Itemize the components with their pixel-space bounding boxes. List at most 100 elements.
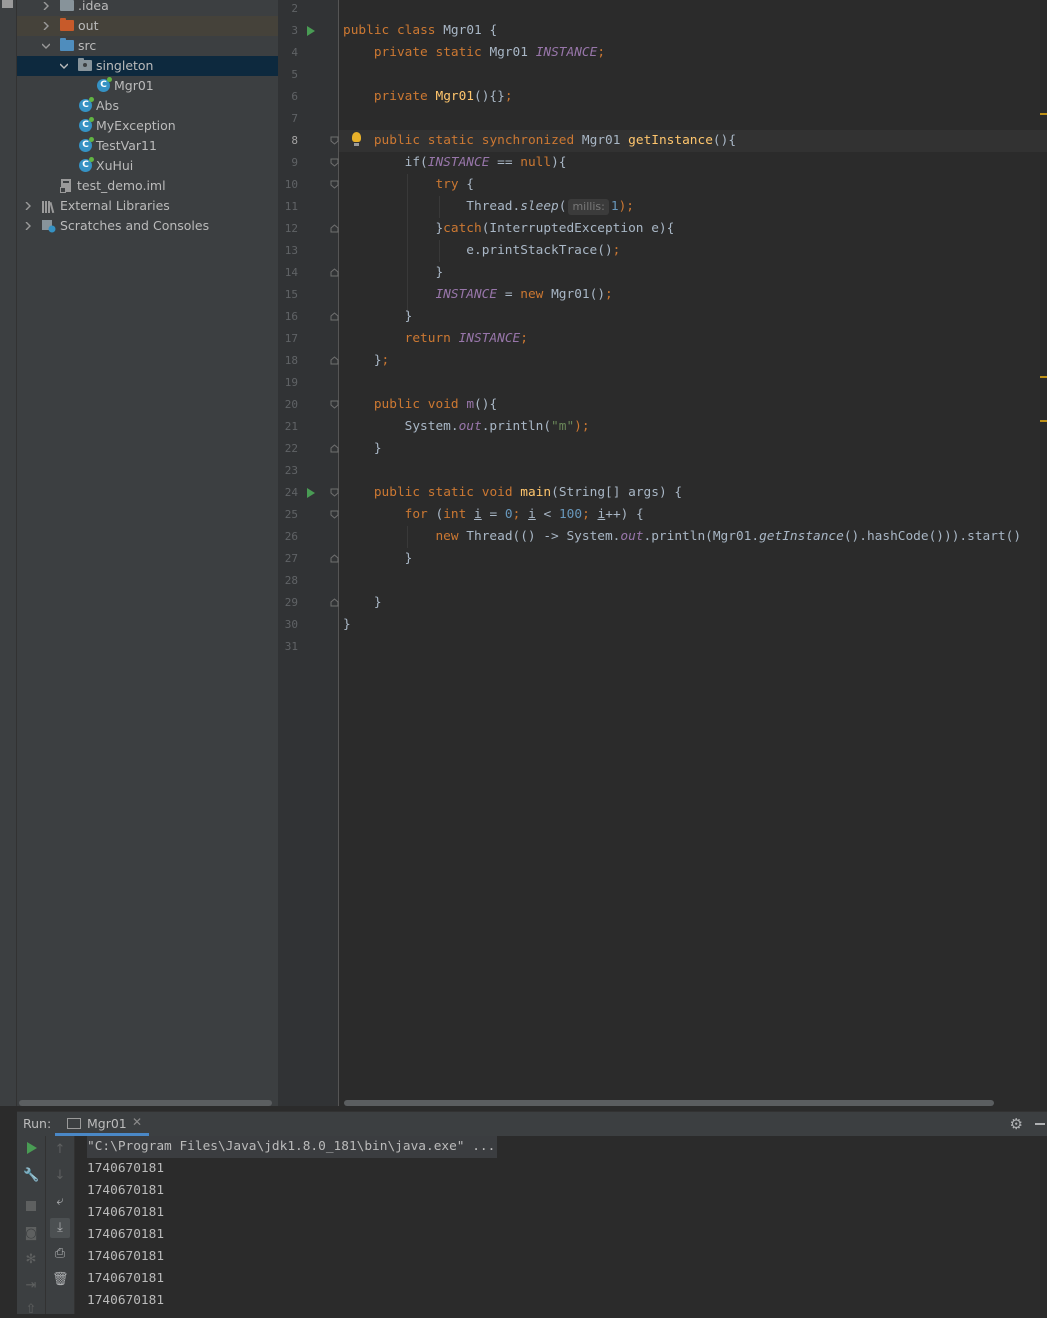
fold-marker-icon[interactable] [330, 510, 339, 519]
run-main-icon[interactable] [307, 488, 315, 498]
fold-marker-icon[interactable] [330, 400, 339, 409]
arrow-up-icon[interactable]: ↑ [52, 1142, 68, 1158]
fold-marker-icon[interactable] [330, 180, 339, 189]
parameter-hint: millis: [568, 199, 609, 215]
close-tab-icon[interactable]: ✕ [132, 1115, 142, 1129]
line-number: 6 [291, 90, 298, 103]
code-editor[interactable]: public class Mgr01 { private static Mgr0… [339, 0, 1047, 1106]
editor-gutter: 2 3 4 5 6 7 8 9 10 11 12 13 14 15 16 17 … [278, 0, 339, 1106]
tree-item-label: External Libraries [60, 198, 170, 213]
pin-icon[interactable]: ⇧ [23, 1302, 39, 1318]
tree-item-test-demo-iml[interactable]: test_demo.iml [17, 176, 278, 196]
libraries-icon [42, 199, 56, 214]
console-toolbar: ↑ ↓ ⤶ ⤓ ⎙ 🗑 [46, 1136, 75, 1314]
tree-item-label: test_demo.iml [77, 178, 166, 193]
folder-blue-icon [60, 38, 74, 51]
code-line-20: public void m(){ [373, 397, 498, 412]
console-output[interactable]: "C:\Program Files\Java\jdk1.8.0_181\bin\… [75, 1136, 1047, 1314]
line-number: 3 [291, 24, 298, 37]
tree-item-xuhui[interactable]: C XuHui [17, 156, 278, 176]
line-number-current: 8 [291, 134, 298, 147]
line-number: 5 [291, 68, 298, 81]
scroll-to-end-icon[interactable]: ⤓ [50, 1218, 70, 1238]
tree-item-label: Scratches and Consoles [60, 218, 210, 233]
editor-scrollbar[interactable] [344, 1100, 994, 1106]
chevron-right-icon[interactable] [24, 196, 32, 216]
class-icon: C [97, 77, 112, 92]
tree-item-myexception[interactable]: C MyException [17, 116, 278, 136]
line-number: 7 [291, 112, 298, 125]
console-output-line: 1740670181 [87, 1205, 165, 1220]
tree-item-external-libraries[interactable]: External Libraries [17, 196, 278, 216]
line-number: 15 [284, 288, 298, 301]
run-class-icon[interactable] [307, 26, 315, 36]
console-output-line: 1740670181 [87, 1293, 165, 1308]
console-output-line: 1740670181 [87, 1161, 165, 1176]
code-line-22: } [373, 441, 382, 456]
code-line-14: } [435, 265, 444, 280]
console-icon [67, 1118, 81, 1129]
warning-stripe[interactable] [1040, 376, 1047, 378]
project-tool-icon[interactable] [2, 0, 13, 8]
chevron-down-icon[interactable] [42, 36, 50, 56]
arrow-down-icon[interactable]: ↓ [52, 1168, 68, 1184]
warning-stripe[interactable] [1040, 420, 1047, 422]
stop-icon[interactable] [23, 1200, 39, 1216]
run-tab-label: Mgr01 [87, 1116, 127, 1131]
line-number: 12 [284, 222, 298, 235]
wrench-icon[interactable]: 🔧 [23, 1168, 39, 1184]
gear-icon[interactable]: ⚙ [1010, 1115, 1023, 1133]
tree-item-abs[interactable]: C Abs [17, 96, 278, 116]
soft-wrap-icon[interactable]: ⤶ [52, 1194, 68, 1210]
minimize-icon[interactable] [1035, 1123, 1045, 1125]
project-scrollbar[interactable] [19, 1100, 272, 1106]
exit-icon[interactable]: ⇥ [23, 1278, 39, 1294]
run-tab-mgr01[interactable]: Mgr01 ✕ [55, 1112, 149, 1136]
code-line-29: } [373, 595, 382, 610]
fold-marker-icon[interactable] [330, 158, 339, 167]
trash-icon[interactable]: 🗑 [52, 1272, 69, 1288]
line-number: 18 [284, 354, 298, 367]
code-line-17: return INSTANCE; [404, 331, 528, 346]
code-line-16: } [404, 309, 413, 324]
code-line-11: Thread.sleep(millis: 1); [466, 199, 634, 215]
code-line-13: e.printStackTrace(); [466, 243, 621, 258]
line-number: 9 [291, 156, 298, 169]
line-number: 28 [284, 574, 298, 587]
code-line-8: public static synchronized Mgr01 getInst… [373, 133, 737, 148]
code-line-25: for (int i = 0; i < 100; i++) { [404, 507, 644, 522]
fold-marker-icon[interactable] [330, 598, 339, 607]
print-icon[interactable]: ⎙ [52, 1246, 68, 1262]
fold-marker-icon[interactable] [330, 554, 339, 563]
tree-item-label: Abs [96, 98, 119, 113]
tree-item-src[interactable]: src [17, 36, 278, 56]
fold-marker-icon[interactable] [330, 136, 339, 145]
tree-item-idea[interactable]: .idea [17, 0, 278, 16]
folder-icon [60, 0, 74, 11]
fold-marker-icon[interactable] [330, 224, 339, 233]
fold-marker-icon[interactable] [330, 444, 339, 453]
tree-item-scratches[interactable]: Scratches and Consoles [17, 216, 278, 236]
line-number: 31 [284, 640, 298, 653]
warning-stripe[interactable] [1040, 113, 1047, 115]
code-line-3: public class Mgr01 { [343, 23, 498, 38]
fold-marker-icon[interactable] [330, 312, 339, 321]
console-output-line: 1740670181 [87, 1271, 165, 1286]
camera-icon[interactable]: ◙ [23, 1226, 39, 1242]
tree-item-mgr01[interactable]: C Mgr01 [17, 76, 278, 96]
chevron-right-icon[interactable] [24, 216, 32, 236]
rerun-icon[interactable] [23, 1142, 39, 1158]
tree-item-singleton[interactable]: singleton [17, 56, 278, 76]
fold-marker-icon[interactable] [330, 488, 339, 497]
code-line-15: INSTANCE = new Mgr01(); [435, 287, 613, 302]
chevron-right-icon[interactable] [42, 0, 50, 16]
console-command-line: "C:\Program Files\Java\jdk1.8.0_181\bin\… [87, 1136, 498, 1158]
tree-item-testvar11[interactable]: C TestVar11 [17, 136, 278, 156]
debug-icon[interactable]: ✻ [23, 1252, 39, 1268]
code-line-30: } [343, 617, 351, 632]
chevron-down-icon[interactable] [60, 56, 68, 76]
tree-item-out[interactable]: out [17, 16, 278, 36]
fold-marker-icon[interactable] [330, 356, 339, 365]
chevron-right-icon[interactable] [42, 16, 50, 36]
fold-marker-icon[interactable] [330, 268, 339, 277]
